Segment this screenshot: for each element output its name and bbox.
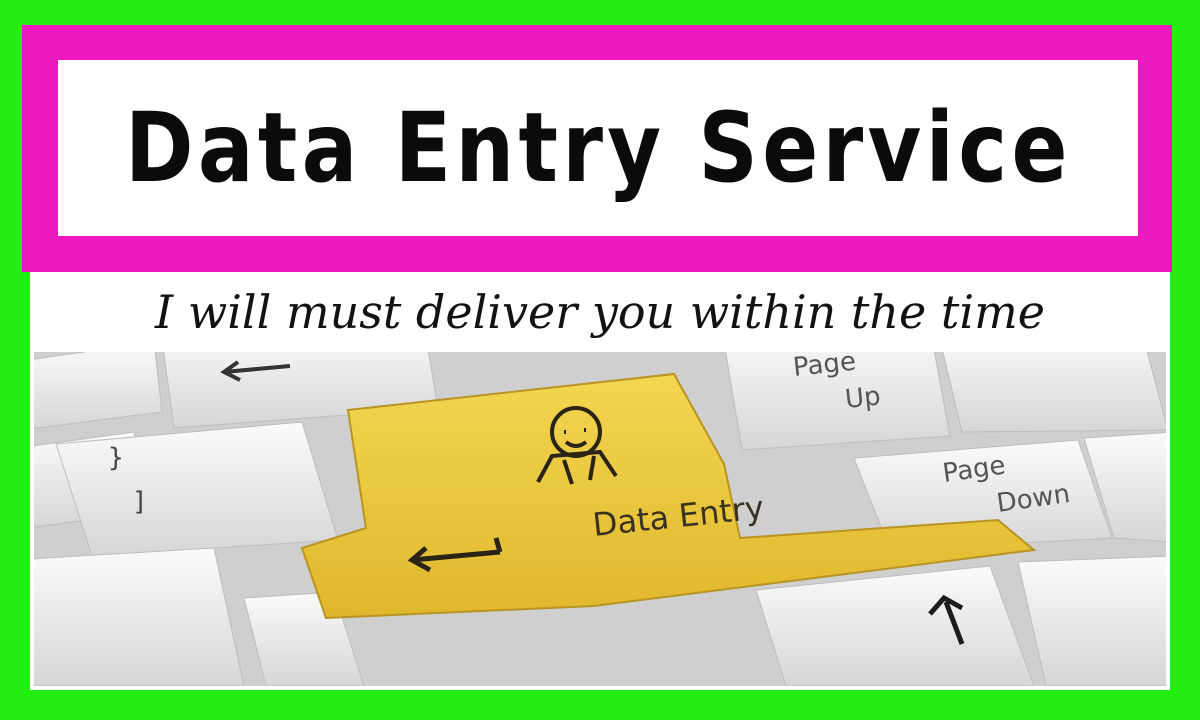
keyboard-key [34, 547, 245, 686]
title-box: Data Entry Service [58, 60, 1138, 236]
page-up-key-label-line2: Up [844, 381, 882, 415]
bracket-key-label-bottom: ] [132, 487, 148, 517]
keyboard-key [942, 352, 1166, 433]
keyboard-image: Data Entry Page Up Page Down } ] [34, 352, 1166, 686]
bracket-key-label-top: } [108, 443, 124, 473]
banner-tagline: I will must deliver you within the time [155, 285, 1045, 339]
bracket-key [55, 421, 339, 557]
banner-title: Data Entry Service [124, 92, 1072, 204]
